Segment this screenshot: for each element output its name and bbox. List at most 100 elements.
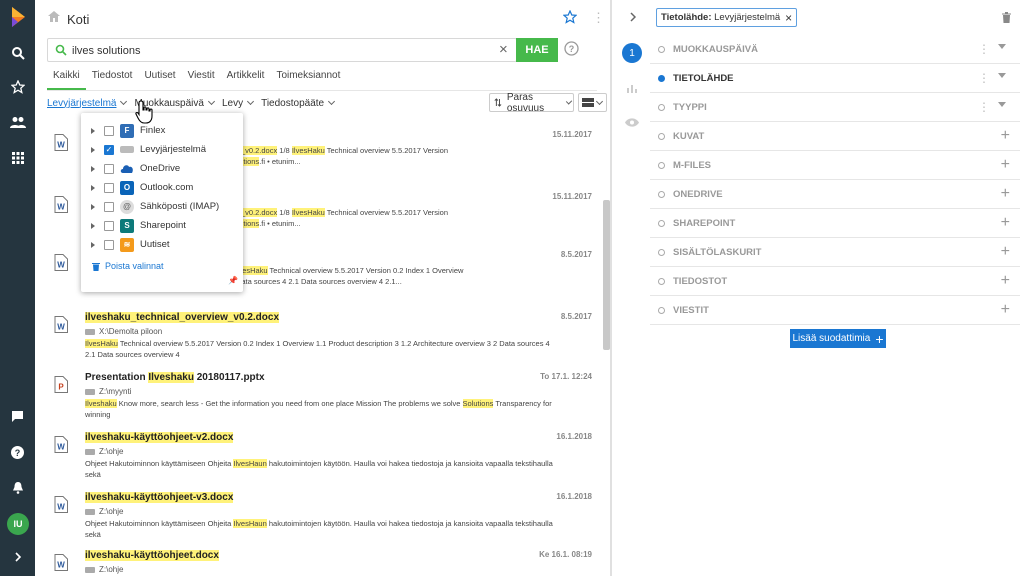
expand-arrow-icon[interactable] [91, 127, 95, 134]
result-date: 15.11.2017 [552, 130, 592, 139]
checkbox[interactable]: ✓ [104, 144, 114, 155]
result-date: 15.11.2017 [552, 192, 592, 201]
facet-label: VIESTIT [673, 304, 709, 316]
facet-label: TIEDOSTOT [673, 275, 728, 287]
chevron-down-icon[interactable] [998, 44, 1006, 49]
search-button[interactable]: HAE [516, 38, 558, 62]
search-nav-icon[interactable] [0, 38, 35, 68]
checkbox[interactable] [104, 163, 114, 174]
filter-tiedostopaate[interactable]: Tiedostopääte [261, 98, 336, 109]
chart-icon[interactable] [627, 83, 637, 96]
checkbox[interactable] [104, 201, 114, 212]
tab-toimeksiannot[interactable]: Toimeksiannot [270, 69, 346, 90]
more-menu-icon[interactable]: ⋮ [978, 71, 990, 85]
result-date: 16.1.2018 [556, 432, 592, 441]
facet-status-dot [658, 277, 665, 285]
close-icon[interactable]: × [785, 11, 792, 25]
tab-tiedostot[interactable]: Tiedostot [86, 69, 139, 90]
filter-levy[interactable]: Levy [222, 98, 255, 109]
tab-kaikki[interactable]: Kaikki [47, 69, 86, 90]
expand-arrow-icon[interactable] [91, 203, 95, 210]
result-path: Z:\ohje [85, 565, 123, 574]
view-mode-dropdown[interactable] [578, 93, 607, 112]
chevron-down-icon[interactable] [998, 102, 1006, 107]
tab-uutiset[interactable]: Uutiset [138, 69, 181, 90]
facet-tiedostot[interactable]: TIEDOSTOT + [650, 267, 1020, 296]
facet-tyyppi[interactable]: TYYPPI ⋮ [650, 93, 1020, 122]
active-filters-badge[interactable]: 1 [622, 43, 642, 63]
users-nav-icon[interactable] [0, 107, 35, 137]
help-icon[interactable]: ? [564, 41, 579, 59]
trash-icon[interactable] [1002, 12, 1011, 26]
checkbox[interactable] [104, 182, 114, 193]
dropdown-item-finlex[interactable]: F Finlex [81, 121, 243, 140]
facet-kuvat[interactable]: KUVAT + [650, 122, 1020, 151]
checkbox[interactable] [104, 220, 114, 231]
facet-sisältölaskurit[interactable]: SISÄLTÖLASKURIT + [650, 238, 1020, 267]
svg-text:W: W [57, 503, 65, 512]
plus-icon[interactable]: + [1001, 186, 1010, 202]
more-menu-icon[interactable]: ⋮ [592, 11, 605, 24]
checkbox[interactable] [104, 239, 114, 250]
facet-tietolähde[interactable]: TIETOLÄHDE ⋮ [650, 64, 1020, 93]
apps-nav-icon[interactable] [0, 143, 35, 173]
plus-icon[interactable]: + [1001, 302, 1010, 318]
checkbox[interactable] [104, 125, 114, 136]
result-title[interactable]: ilveshaku_technical_overview_v0.2.docx [85, 312, 279, 323]
tab-artikkelit[interactable]: Artikkelit [221, 69, 271, 90]
dropdown-item-imap[interactable]: @ Sähköposti (IMAP) [81, 197, 243, 216]
tab-viestit[interactable]: Viestit [182, 69, 221, 90]
bell-icon[interactable] [0, 472, 35, 502]
drive-icon [85, 508, 95, 515]
chevron-right-icon[interactable] [629, 12, 637, 25]
facet-onedrive[interactable]: ONEDRIVE + [650, 180, 1020, 209]
facet-muokkauspäivä[interactable]: MUOKKAUSPÄIVÄ ⋮ [650, 35, 1020, 64]
expand-arrow-icon[interactable] [91, 184, 95, 191]
add-filter-button[interactable]: Lisää suodattimia + [790, 329, 886, 348]
drive-icon [85, 388, 95, 395]
result-title[interactable]: ilveshaku-käyttöohjeet-v2.docx [85, 432, 234, 443]
help-nav-icon[interactable]: ? [0, 437, 35, 467]
filter-levyjarjestelma[interactable]: Levyjärjestelmä [47, 98, 128, 109]
clear-search-icon[interactable]: × [499, 41, 508, 58]
more-menu-icon[interactable]: ⋮ [978, 42, 990, 56]
expand-arrow-icon[interactable] [91, 241, 95, 248]
facet-viestit[interactable]: VIESTIT + [650, 296, 1020, 325]
search-input[interactable] [72, 43, 492, 59]
plus-icon[interactable]: + [1001, 244, 1010, 260]
results-scrollbar[interactable] [603, 200, 610, 350]
pin-icon[interactable]: 📌 [228, 276, 238, 285]
facet-sharepoint[interactable]: SHAREPOINT + [650, 209, 1020, 238]
plus-icon[interactable]: + [1001, 157, 1010, 173]
eye-icon[interactable] [625, 118, 639, 130]
chat-icon[interactable] [0, 401, 35, 431]
plus-icon[interactable]: + [1001, 128, 1010, 144]
expand-arrow-icon[interactable] [91, 222, 95, 229]
expand-icon[interactable] [0, 542, 35, 572]
facet-m-files[interactable]: M-FILES + [650, 151, 1020, 180]
active-filter-chip[interactable]: Tietolähde: Levyjärjestelmä × [656, 8, 798, 27]
more-menu-icon[interactable]: ⋮ [978, 100, 990, 114]
clear-selections-button[interactable]: Poista valinnat [92, 261, 164, 271]
plus-icon: + [875, 330, 884, 347]
star-nav-icon[interactable] [0, 72, 35, 102]
expand-arrow-icon[interactable] [91, 165, 95, 172]
expand-arrow-icon[interactable] [91, 146, 95, 153]
home-icon[interactable] [48, 11, 60, 25]
logo-icon[interactable] [0, 2, 35, 32]
result-title[interactable]: ilveshaku-käyttöohjeet.docx [85, 550, 219, 561]
dropdown-item-onedrive[interactable]: OneDrive [81, 159, 243, 178]
chevron-down-icon[interactable] [998, 73, 1006, 78]
favorite-star-icon[interactable] [562, 9, 578, 27]
hand-cursor-icon [135, 100, 155, 127]
dropdown-item-uutiset[interactable]: ≋ Uutiset [81, 235, 243, 254]
result-title[interactable]: Presentation Ilveshaku 20180117.pptx [85, 372, 265, 383]
plus-icon[interactable]: + [1001, 273, 1010, 289]
avatar[interactable]: IU [7, 513, 29, 535]
sort-dropdown[interactable]: Paras osuvuus [489, 92, 574, 114]
dropdown-item-outlook[interactable]: O Outlook.com [81, 178, 243, 197]
dropdown-item-levyjarjestelma[interactable]: ✓ Levyjärjestelmä [81, 140, 243, 159]
plus-icon[interactable]: + [1001, 215, 1010, 231]
dropdown-item-sharepoint[interactable]: S Sharepoint [81, 216, 243, 235]
result-title[interactable]: ilveshaku-käyttöohjeet-v3.docx [85, 492, 234, 503]
